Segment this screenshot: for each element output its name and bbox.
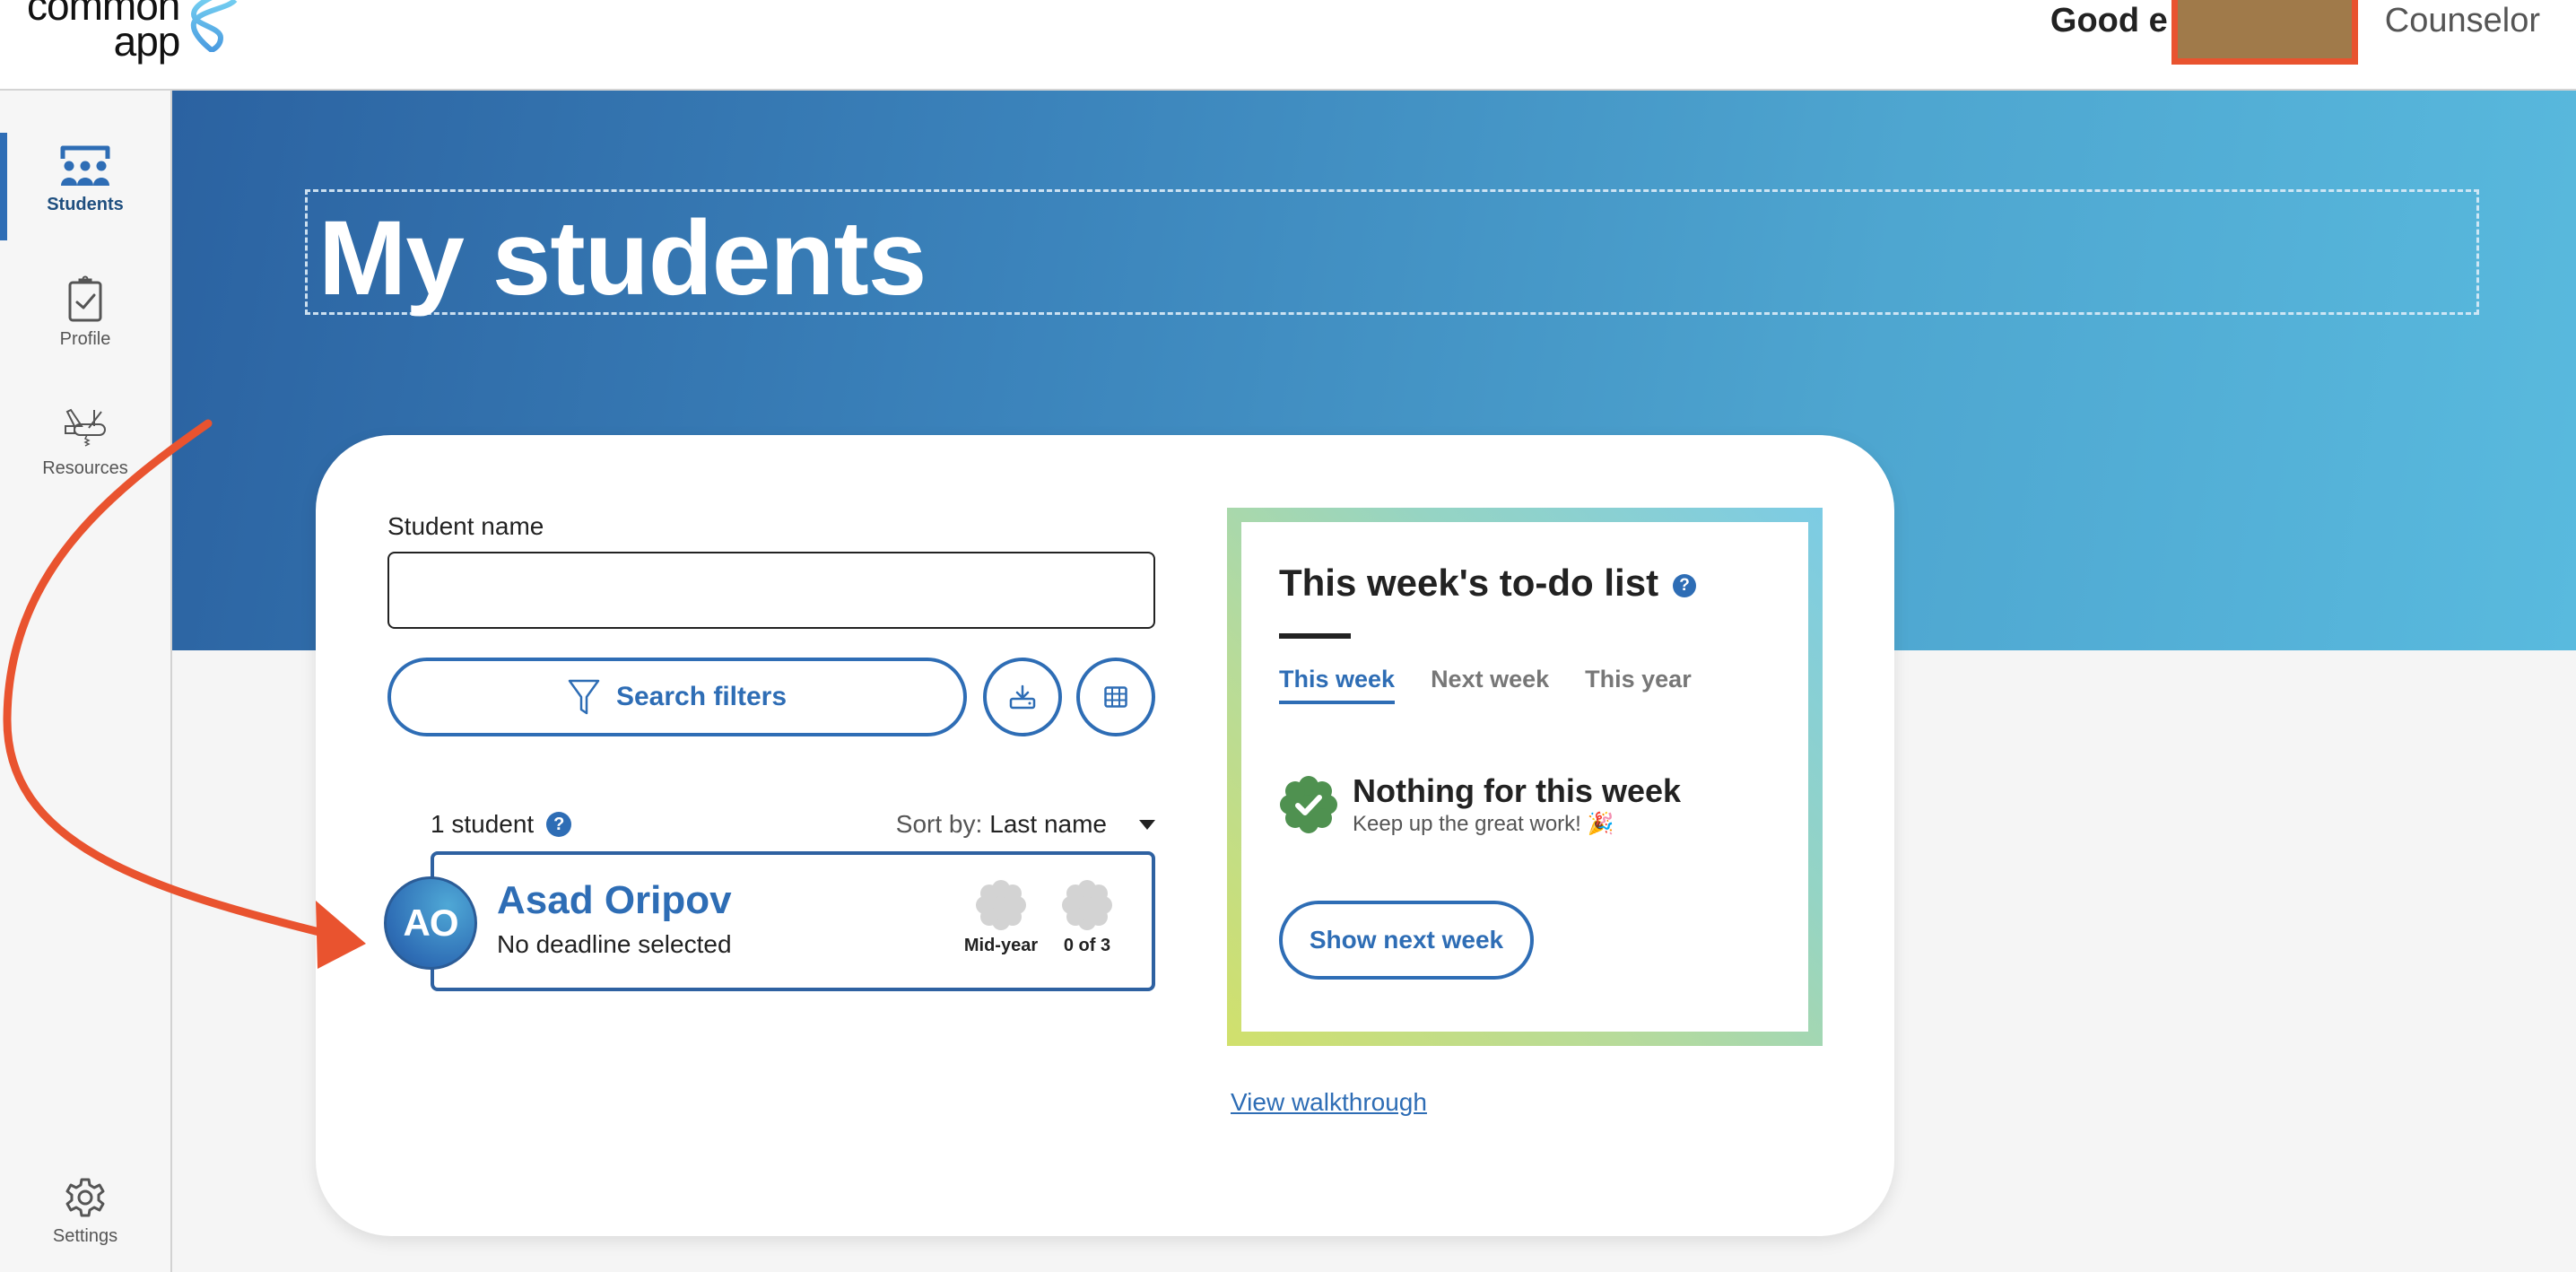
sidebar-label-students: Students bbox=[47, 195, 124, 214]
caret-down-icon bbox=[1139, 819, 1155, 830]
title-underline bbox=[1279, 633, 1351, 639]
download-button[interactable] bbox=[983, 658, 1062, 736]
todo-tabs: This week Next week This year bbox=[1279, 666, 1692, 704]
grid-view-button[interactable] bbox=[1076, 658, 1155, 736]
todo-title-text: This week's to-do list bbox=[1279, 562, 1659, 604]
download-icon bbox=[1009, 684, 1036, 710]
gear-icon bbox=[65, 1178, 105, 1217]
grid-view-icon bbox=[1104, 686, 1127, 708]
search-filters-label: Search filters bbox=[615, 682, 788, 711]
greeting: Good e Counselor bbox=[2049, 0, 2540, 65]
todo-panel: This week's to-do list ? This week Next … bbox=[1227, 508, 1823, 1046]
avatar: AO bbox=[384, 876, 477, 970]
sidebar-item-profile[interactable]: Profile bbox=[0, 275, 170, 350]
badge-progress: 0 of 3 bbox=[1042, 880, 1132, 956]
tab-this-year[interactable]: This year bbox=[1585, 666, 1692, 704]
filter-icon bbox=[568, 679, 600, 715]
student-deadline: No deadline selected bbox=[497, 930, 732, 958]
redacted-name bbox=[2171, 0, 2358, 65]
check-badge-icon bbox=[1280, 776, 1337, 833]
students-icon bbox=[60, 145, 110, 186]
empty-subtitle: Keep up the great work! 🎉 bbox=[1353, 812, 1614, 836]
show-next-week-button[interactable]: Show next week bbox=[1279, 901, 1534, 980]
swiss-army-knife-icon bbox=[65, 408, 106, 447]
todo-title: This week's to-do list ? bbox=[1279, 562, 1697, 605]
help-icon[interactable]: ? bbox=[1673, 574, 1697, 597]
sidebar-label-profile: Profile bbox=[59, 329, 111, 349]
empty-title: Nothing for this week bbox=[1353, 772, 1682, 809]
sidebar-label-resources: Resources bbox=[42, 458, 128, 478]
student-count: 1 student bbox=[431, 810, 535, 838]
sidebar-item-resources[interactable]: Resources bbox=[0, 406, 170, 479]
page-title: My students bbox=[318, 199, 927, 318]
badge-mid-year: Mid-year bbox=[956, 880, 1046, 956]
sort-prefix: Sort by: bbox=[895, 810, 983, 838]
clipboard-check-icon bbox=[68, 275, 102, 322]
empty-state: Nothing for this week Keep up the great … bbox=[1279, 773, 1681, 837]
sidebar-item-settings[interactable]: Settings bbox=[0, 1176, 170, 1247]
sidebar-label-settings: Settings bbox=[52, 1226, 118, 1246]
scalloped-badge-icon bbox=[1062, 880, 1112, 930]
user-role: Counselor bbox=[2384, 1, 2540, 39]
greeting-text: Good e bbox=[2049, 1, 2168, 39]
student-name-link[interactable]: Asad Oripov bbox=[497, 878, 732, 923]
page-title-container: My students bbox=[305, 189, 2479, 318]
top-bar: common app Good e Counselor bbox=[0, 0, 2576, 91]
tab-next-week[interactable]: Next week bbox=[1431, 666, 1549, 704]
students-panel: Student name Search filters 1 student ? … bbox=[316, 435, 1894, 1236]
badge-label: 0 of 3 bbox=[1063, 936, 1111, 955]
student-name-label: Student name bbox=[387, 512, 544, 540]
logo-mark-icon bbox=[191, 0, 238, 52]
student-name-input[interactable] bbox=[387, 552, 1155, 629]
badge-label: Mid-year bbox=[963, 936, 1039, 955]
sidebar: Students Profile Resources Settings bbox=[0, 91, 172, 1272]
sidebar-item-students[interactable]: Students bbox=[0, 144, 170, 215]
common-app-logo[interactable]: common app bbox=[27, 0, 242, 65]
view-walkthrough-link[interactable]: View walkthrough bbox=[1231, 1088, 1427, 1117]
tab-this-week[interactable]: This week bbox=[1279, 666, 1396, 704]
logo-text-app: app bbox=[113, 18, 181, 65]
search-filters-button[interactable]: Search filters bbox=[387, 658, 967, 736]
sort-dropdown[interactable]: Sort by: Last name bbox=[896, 810, 1155, 839]
help-icon[interactable]: ? bbox=[546, 812, 572, 837]
results-header: 1 student ? Sort by: Last name bbox=[431, 806, 1155, 842]
sort-value: Last name bbox=[989, 810, 1107, 838]
scalloped-badge-icon bbox=[976, 880, 1026, 930]
